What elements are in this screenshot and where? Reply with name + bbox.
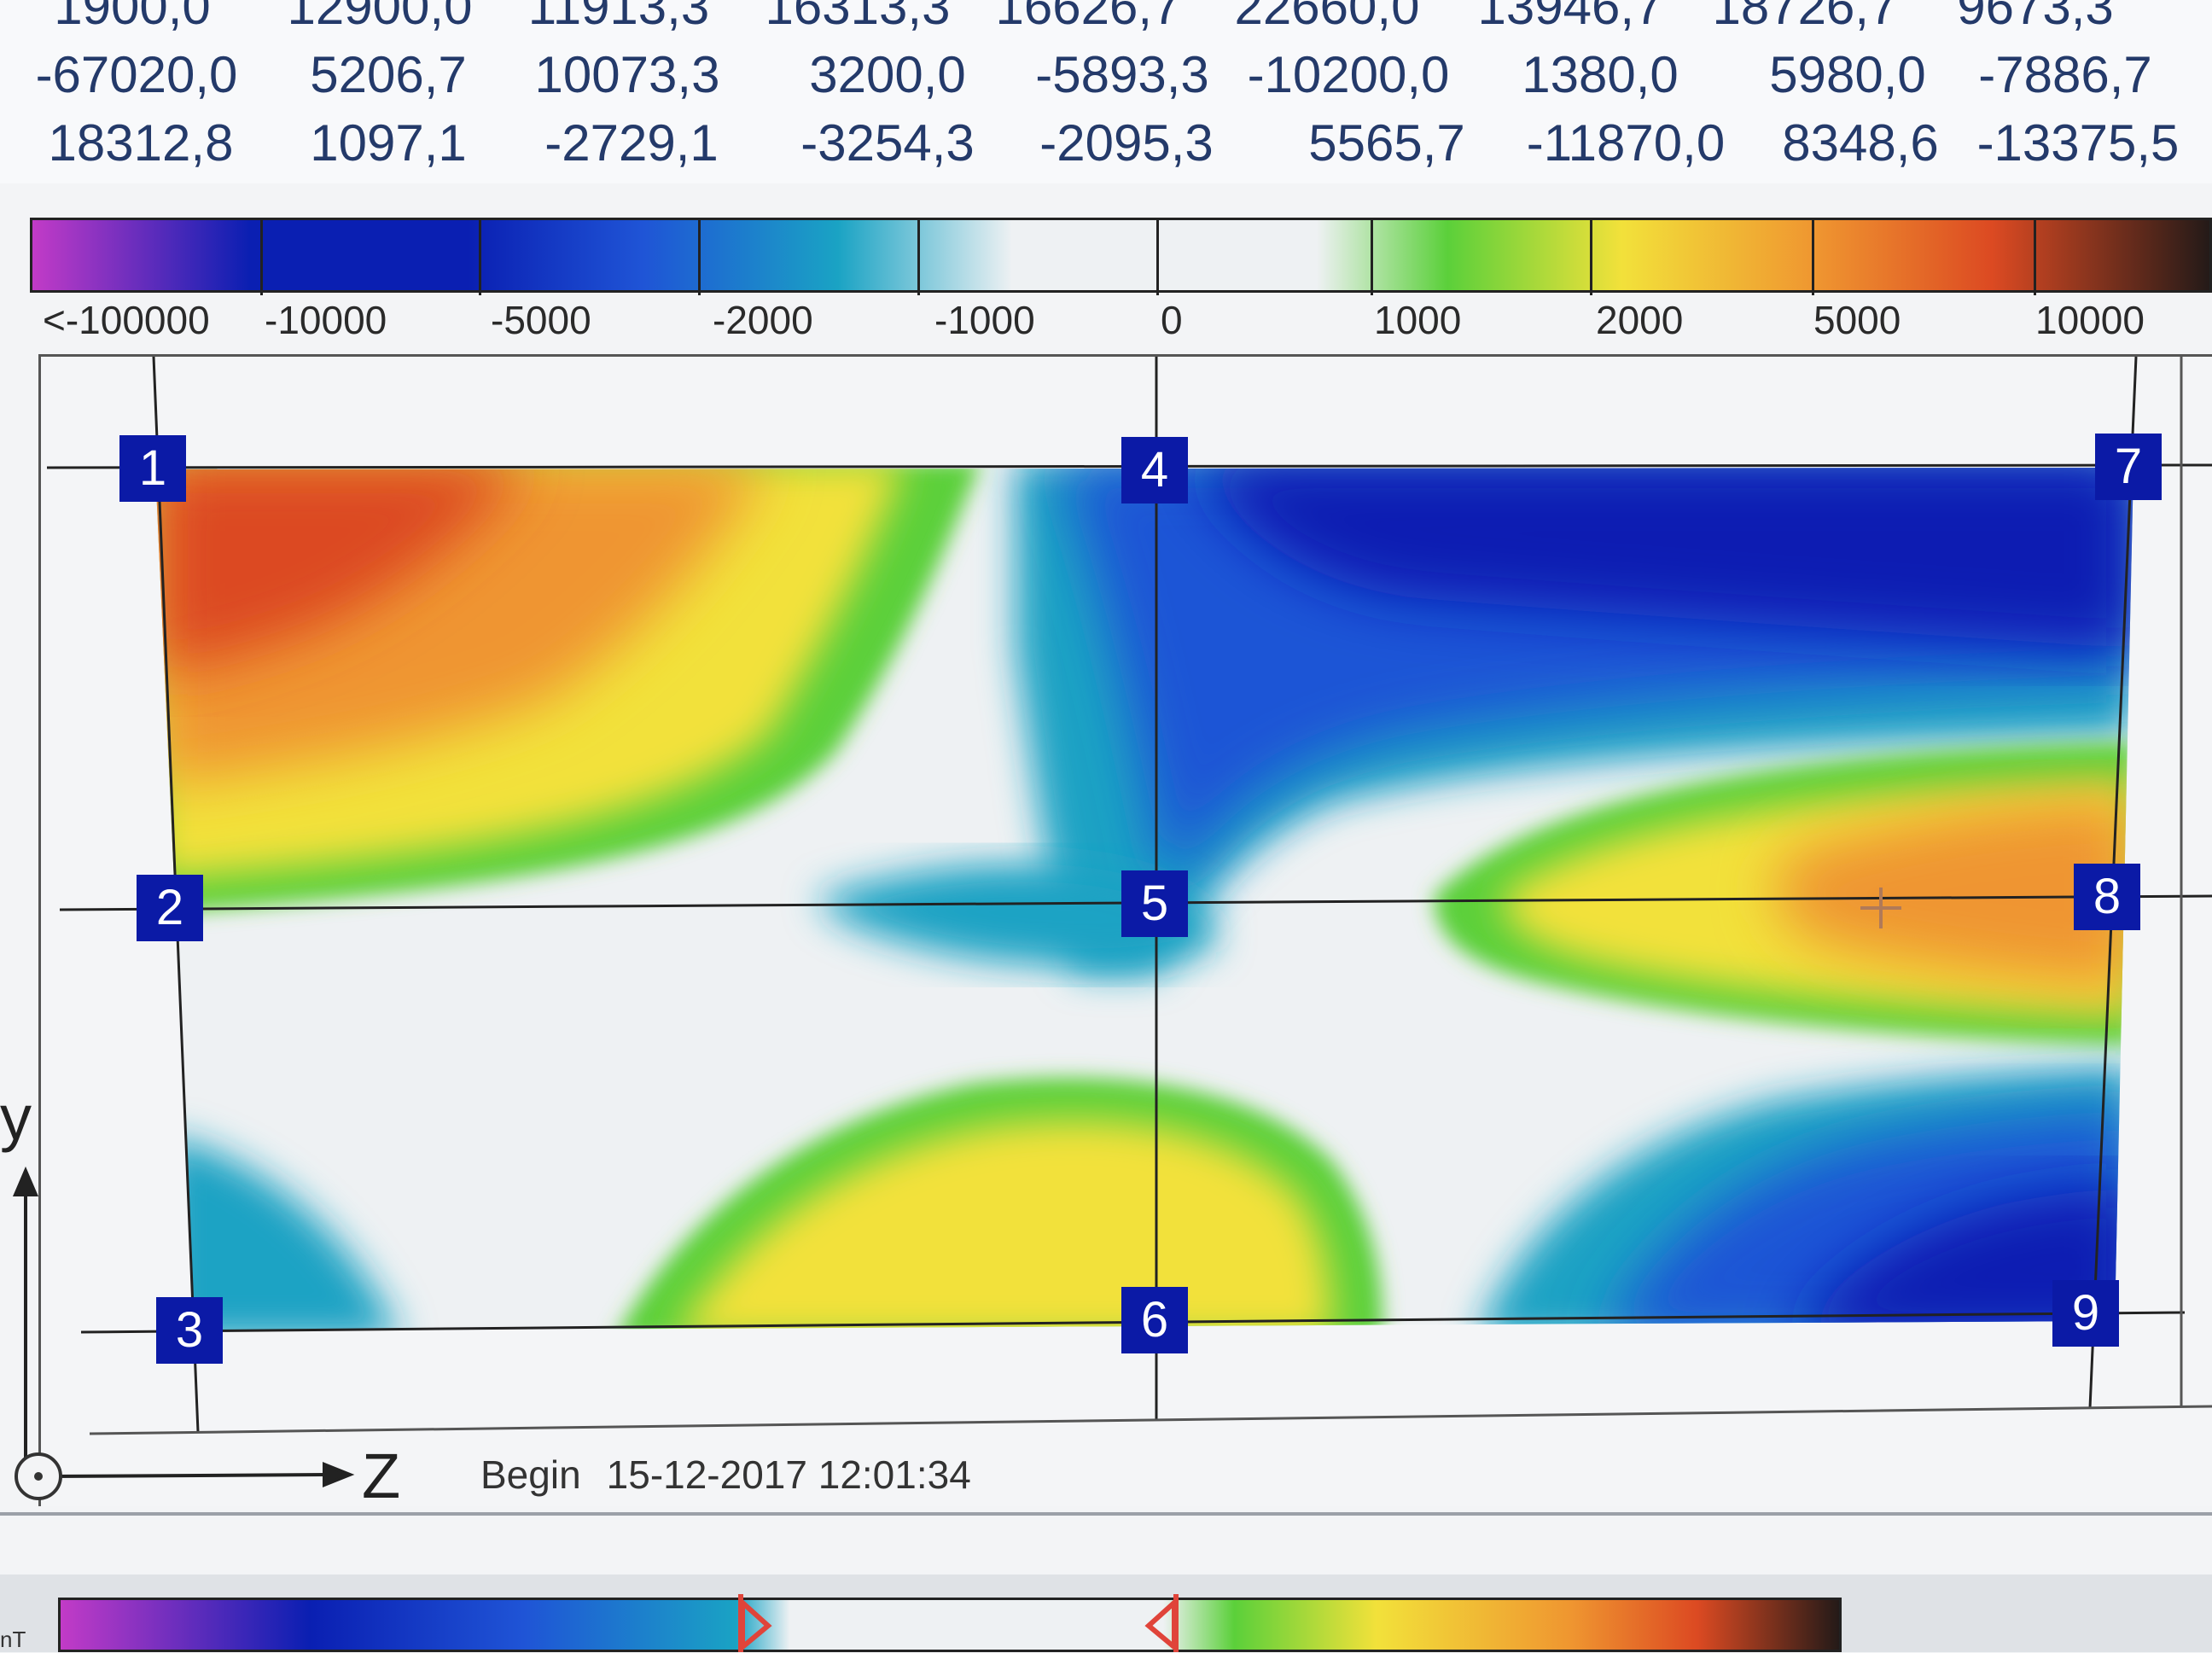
range-handle-right[interactable] (1144, 1594, 1179, 1652)
range-handles (738, 1594, 1179, 1652)
range-handle-left[interactable] (738, 1594, 772, 1652)
unit-label: nT (0, 1627, 26, 1652)
